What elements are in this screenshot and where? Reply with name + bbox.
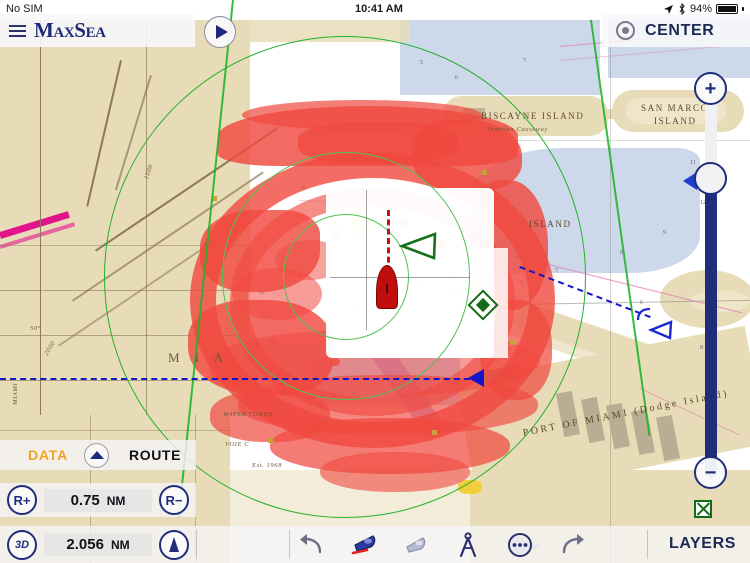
scale-value: 2.056 bbox=[66, 536, 104, 553]
app-title: MaxSea bbox=[34, 18, 106, 42]
boat-icon[interactable] bbox=[393, 526, 439, 563]
chart-buoy bbox=[458, 480, 482, 494]
center-button-label: CENTER bbox=[645, 21, 715, 39]
chart-buoy bbox=[353, 296, 375, 312]
center-button[interactable]: CENTER bbox=[602, 14, 750, 47]
chart-land-mainland bbox=[0, 20, 250, 415]
chart-structure bbox=[463, 108, 485, 124]
chart-road-line bbox=[40, 20, 42, 415]
route-direction-arrow bbox=[468, 369, 484, 387]
scale-unit: NM bbox=[110, 538, 130, 552]
active-route-leg[interactable] bbox=[0, 378, 480, 380]
scale-value-display: 2.056 NM bbox=[44, 533, 152, 556]
range-decrease-button[interactable]: R− bbox=[159, 485, 189, 515]
chart-channel-band bbox=[408, 290, 438, 320]
chart-road-line bbox=[0, 380, 250, 382]
hamburger-menu-icon[interactable] bbox=[0, 14, 34, 47]
maxsea-app-window: 5 6 7 11 12 9 6 8 8 7 6 30 29 28 27 26 2… bbox=[0, 0, 750, 563]
chart-road-line bbox=[0, 290, 250, 292]
route-boat-icon[interactable] bbox=[341, 526, 387, 563]
app-logo-panel: MaxSea bbox=[0, 14, 195, 47]
range-value-display: 0.75 NM bbox=[44, 488, 152, 512]
layers-button[interactable]: LAYERS bbox=[669, 535, 736, 553]
more-icon[interactable] bbox=[497, 526, 543, 563]
redo-icon[interactable] bbox=[549, 526, 595, 563]
play-button[interactable] bbox=[204, 16, 236, 48]
north-up-compass-button[interactable] bbox=[159, 529, 189, 560]
zoom-slider-fill bbox=[705, 180, 717, 478]
chevron-up-icon bbox=[89, 451, 104, 459]
target-crosshair-icon bbox=[616, 21, 635, 40]
chart-road-line bbox=[0, 335, 250, 337]
chart-water-deep bbox=[400, 20, 600, 95]
zoom-slider-track[interactable] bbox=[705, 98, 717, 478]
own-ship-marker[interactable] bbox=[376, 265, 398, 309]
data-route-panel: DATA ROUTE bbox=[0, 440, 196, 470]
range-unit: NM bbox=[106, 493, 126, 508]
heading-line bbox=[387, 210, 390, 272]
zoom-in-button[interactable]: + bbox=[694, 72, 727, 105]
dividers-icon[interactable] bbox=[445, 526, 491, 563]
zoom-out-button[interactable]: − bbox=[694, 456, 727, 489]
crosshair-vertical bbox=[366, 190, 368, 330]
zoom-slider-thumb[interactable] bbox=[694, 162, 727, 195]
chart-road-line bbox=[0, 245, 250, 246]
route-tab[interactable]: ROUTE bbox=[129, 447, 181, 463]
data-tab[interactable]: DATA bbox=[28, 447, 68, 463]
chart-marker-box[interactable] bbox=[694, 500, 712, 518]
waypoint-marker[interactable] bbox=[398, 232, 438, 260]
play-icon bbox=[215, 25, 228, 39]
crosshair-horizontal bbox=[330, 277, 470, 279]
chart-tools-toolbar: LAYERS bbox=[196, 526, 750, 563]
undo-icon[interactable] bbox=[289, 526, 335, 563]
nautical-chart-canvas[interactable]: 5 6 7 11 12 9 6 8 8 7 6 30 29 28 27 26 2… bbox=[0, 0, 750, 563]
scale-panel: 3D 2.056 NM bbox=[0, 526, 196, 563]
chart-buoy bbox=[352, 207, 370, 235]
chart-grid-line bbox=[610, 20, 612, 563]
range-value: 0.75 bbox=[70, 491, 100, 509]
chart-water-deep bbox=[248, 340, 368, 378]
three-d-toggle-button[interactable]: 3D bbox=[7, 529, 37, 560]
range-increase-button[interactable]: R+ bbox=[7, 485, 37, 515]
chart-land bbox=[250, 20, 410, 42]
range-panel: R+ 0.75 NM R− bbox=[0, 483, 196, 517]
collapse-panel-button[interactable] bbox=[84, 442, 110, 468]
ais-track-hook bbox=[636, 306, 656, 322]
north-up-compass-icon bbox=[169, 537, 179, 552]
